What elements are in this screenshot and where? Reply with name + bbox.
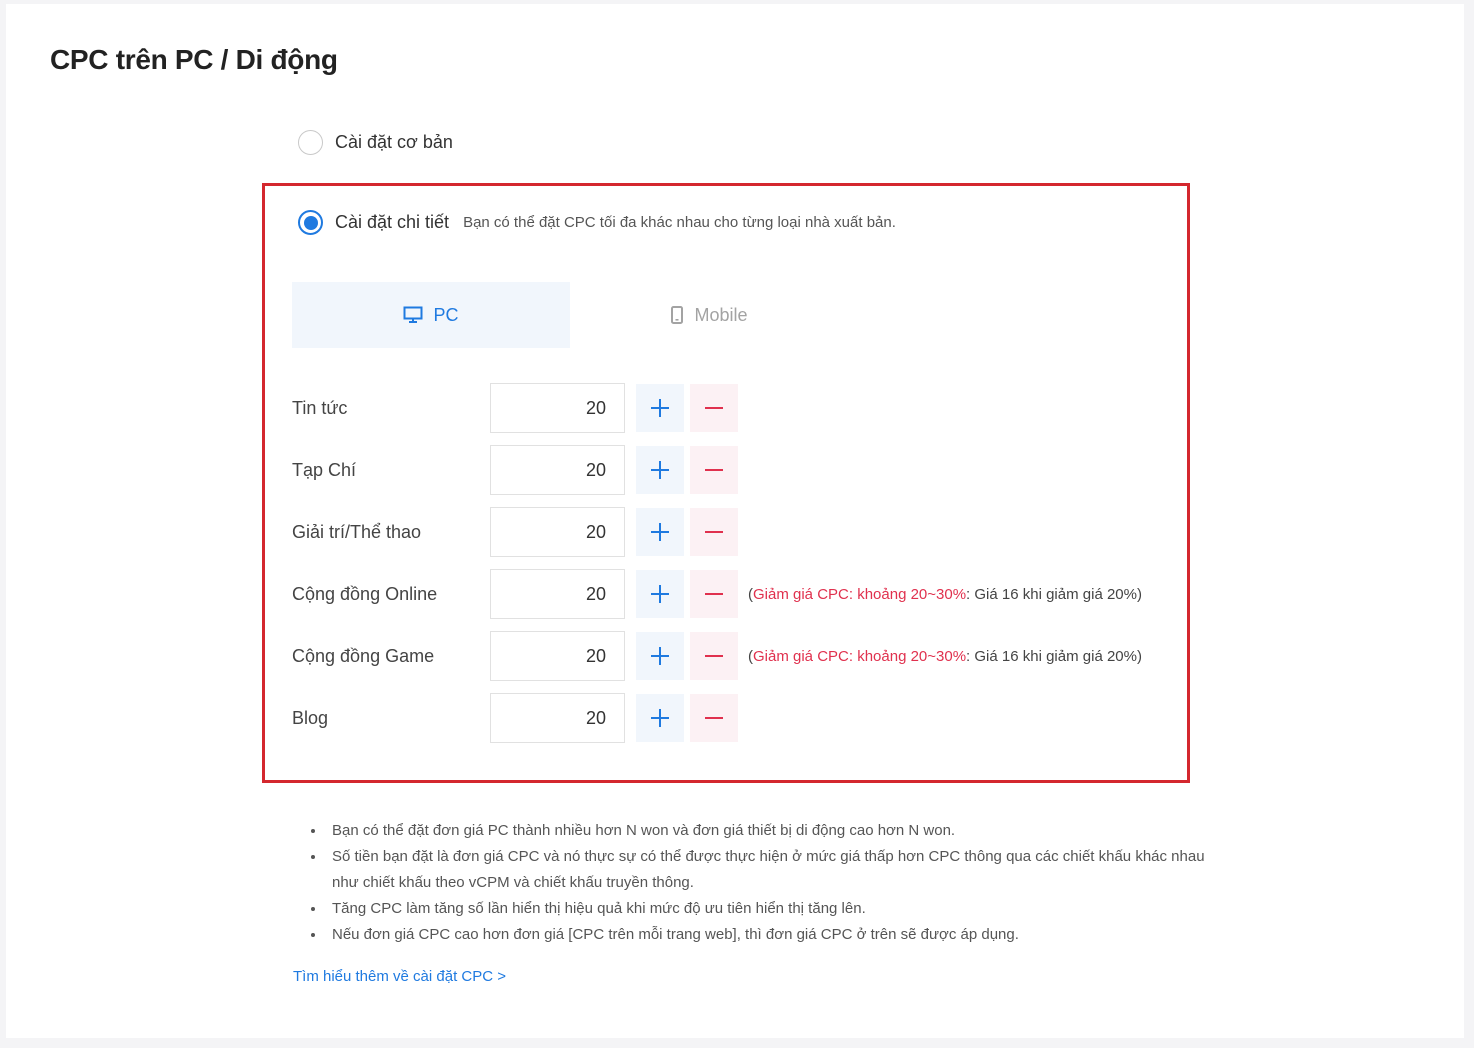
- mobile-icon: [671, 306, 684, 324]
- plus-icon: [651, 647, 669, 665]
- device-tabs: PC Mobile: [292, 282, 848, 348]
- cpc-input[interactable]: [490, 631, 625, 681]
- increase-button[interactable]: [636, 384, 684, 432]
- basic-setting-radio[interactable]: [298, 130, 323, 155]
- increase-button[interactable]: [636, 632, 684, 680]
- detailed-setting-label: Cài đặt chi tiết: [335, 212, 450, 232]
- monitor-icon: [403, 306, 423, 323]
- detailed-setting-radio[interactable]: [298, 210, 323, 235]
- row-label: Giải trí/Thể thao: [292, 521, 422, 542]
- decrease-button[interactable]: [690, 446, 738, 494]
- cpc-row-blog: Blog: [292, 693, 738, 743]
- note-item: Bạn có thể đặt đơn giá PC thành nhiều hơ…: [326, 818, 1234, 844]
- tab-pc-label: PC: [433, 304, 459, 325]
- detailed-setting-description: Bạn có thể đặt CPC tối đa khác nhau cho …: [463, 214, 896, 231]
- discount-hint-highlight: Giảm giá CPC: khoảng 20~30%: [753, 585, 967, 603]
- cpc-input[interactable]: [490, 383, 625, 433]
- tab-pc[interactable]: PC: [292, 282, 570, 348]
- cpc-input[interactable]: [490, 569, 625, 619]
- decrease-button[interactable]: [690, 694, 738, 742]
- increase-button[interactable]: [636, 508, 684, 556]
- note-item: Tăng CPC làm tăng số lần hiển thị hiệu q…: [326, 896, 1234, 922]
- increase-button[interactable]: [636, 570, 684, 618]
- plus-icon: [651, 709, 669, 727]
- decrease-button[interactable]: [690, 632, 738, 680]
- note-item: Số tiền bạn đặt là đơn giá CPC và nó thự…: [326, 844, 1234, 896]
- row-label: Cộng đồng Online: [292, 583, 438, 604]
- detailed-setting-option[interactable]: Cài đặt chi tiết Bạn có thể đặt CPC tối …: [298, 210, 896, 235]
- cpc-row-online-community: Cộng đồng Online (Giảm giá CPC: khoảng 2…: [292, 569, 1142, 619]
- discount-hint-detail: : Giá 16 khi giảm giá 20%): [966, 647, 1142, 665]
- cpc-input[interactable]: [490, 507, 625, 557]
- minus-icon: [705, 531, 723, 533]
- minus-icon: [705, 469, 723, 471]
- tab-mobile-label: Mobile: [694, 304, 748, 325]
- decrease-button[interactable]: [690, 508, 738, 556]
- row-label: Tạp Chí: [292, 459, 357, 480]
- row-label: Cộng đồng Game: [292, 645, 435, 666]
- row-label: Blog: [292, 707, 329, 728]
- minus-icon: [705, 593, 723, 595]
- basic-setting-label: Cài đặt cơ bản: [335, 132, 453, 152]
- increase-button[interactable]: [636, 694, 684, 742]
- tab-mobile[interactable]: Mobile: [570, 282, 848, 348]
- decrease-button[interactable]: [690, 384, 738, 432]
- note-item: Nếu đơn giá CPC cao hơn đơn giá [CPC trê…: [326, 922, 1234, 948]
- increase-button[interactable]: [636, 446, 684, 494]
- minus-icon: [705, 717, 723, 719]
- notes-list: Bạn có thể đặt đơn giá PC thành nhiều hơ…: [304, 818, 1234, 948]
- cpc-row-news: Tin tức: [292, 383, 738, 433]
- discount-hint: (Giảm giá CPC: khoảng 20~30%: Giá 16 khi…: [748, 585, 1142, 603]
- cpc-row-magazine: Tạp Chí: [292, 445, 738, 495]
- page-title: CPC trên PC / Di động: [50, 44, 338, 75]
- cpc-row-game-community: Cộng đồng Game (Giảm giá CPC: khoảng 20~…: [292, 631, 1142, 681]
- cpc-input[interactable]: [490, 445, 625, 495]
- discount-hint-highlight: Giảm giá CPC: khoảng 20~30%: [753, 647, 967, 665]
- plus-icon: [651, 461, 669, 479]
- row-label: Tin tức: [292, 397, 348, 418]
- plus-icon: [651, 399, 669, 417]
- cpc-row-entertainment: Giải trí/Thể thao: [292, 507, 738, 557]
- minus-icon: [705, 655, 723, 657]
- plus-icon: [651, 585, 669, 603]
- plus-icon: [651, 523, 669, 541]
- minus-icon: [705, 407, 723, 409]
- decrease-button[interactable]: [690, 570, 738, 618]
- basic-setting-option[interactable]: Cài đặt cơ bản: [298, 130, 453, 155]
- discount-hint: (Giảm giá CPC: khoảng 20~30%: Giá 16 khi…: [748, 647, 1142, 665]
- cpc-input[interactable]: [490, 693, 625, 743]
- discount-hint-detail: : Giá 16 khi giảm giá 20%): [966, 585, 1142, 603]
- learn-more-link[interactable]: Tìm hiểu thêm về cài đặt CPC >: [293, 968, 506, 985]
